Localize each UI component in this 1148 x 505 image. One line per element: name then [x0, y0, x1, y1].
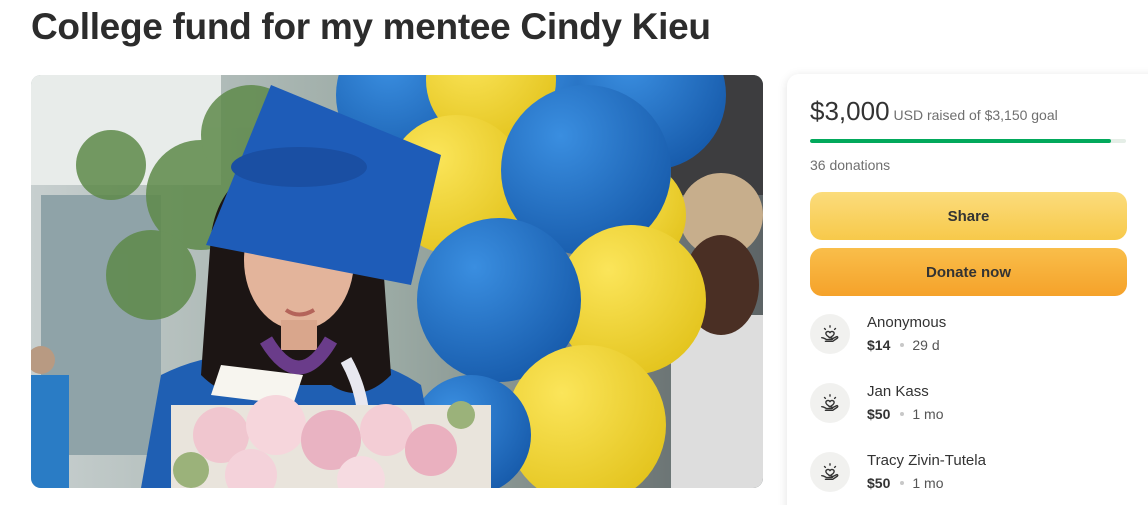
donate-now-button[interactable]: Donate now [810, 248, 1127, 296]
raised-goal-text: USD raised of $3,150 goal [893, 107, 1058, 123]
heart-hand-icon [810, 452, 850, 492]
donor-item: Jan Kass $50 1 mo [810, 383, 1130, 428]
separator-dot [900, 481, 905, 486]
donations-count: 36 donations [810, 157, 891, 173]
donor-item: Tracy Zivin-Tutela $50 1 mo [810, 452, 1130, 497]
progress-bar [810, 139, 1126, 143]
donation-card: $3,000 USD raised of $3,150 goal 36 donat… [787, 74, 1148, 505]
donor-name: Jan Kass [867, 383, 929, 400]
share-button[interactable]: Share [810, 192, 1127, 240]
separator-dot [900, 412, 905, 417]
donor-time: 1 mo [912, 475, 944, 491]
hero-photo-illustration [31, 75, 763, 488]
raised-summary: $3,000 USD raised of $3,150 goal [810, 96, 1058, 127]
donor-time: 1 mo [912, 406, 944, 422]
separator-dot [900, 343, 905, 348]
donor-name: Anonymous [867, 314, 947, 331]
donor-meta: $50 1 mo [867, 406, 943, 422]
heart-hand-icon [810, 383, 850, 423]
raised-amount: $3,000 [810, 96, 890, 126]
progress-fill [810, 139, 1111, 143]
hero-image [31, 75, 763, 488]
page-title: College fund for my mentee Cindy Kieu [31, 6, 711, 47]
donor-meta: $14 29 d [867, 337, 940, 353]
donor-amount: $14 [867, 337, 891, 353]
donor-meta: $50 1 mo [867, 475, 943, 491]
donor-name: Tracy Zivin-Tutela [867, 452, 986, 469]
heart-hand-icon [810, 314, 850, 354]
donor-amount: $50 [867, 475, 891, 491]
donor-amount: $50 [867, 406, 891, 422]
donor-time: 29 d [912, 337, 940, 353]
donor-item: Anonymous $14 29 d [810, 314, 1130, 359]
